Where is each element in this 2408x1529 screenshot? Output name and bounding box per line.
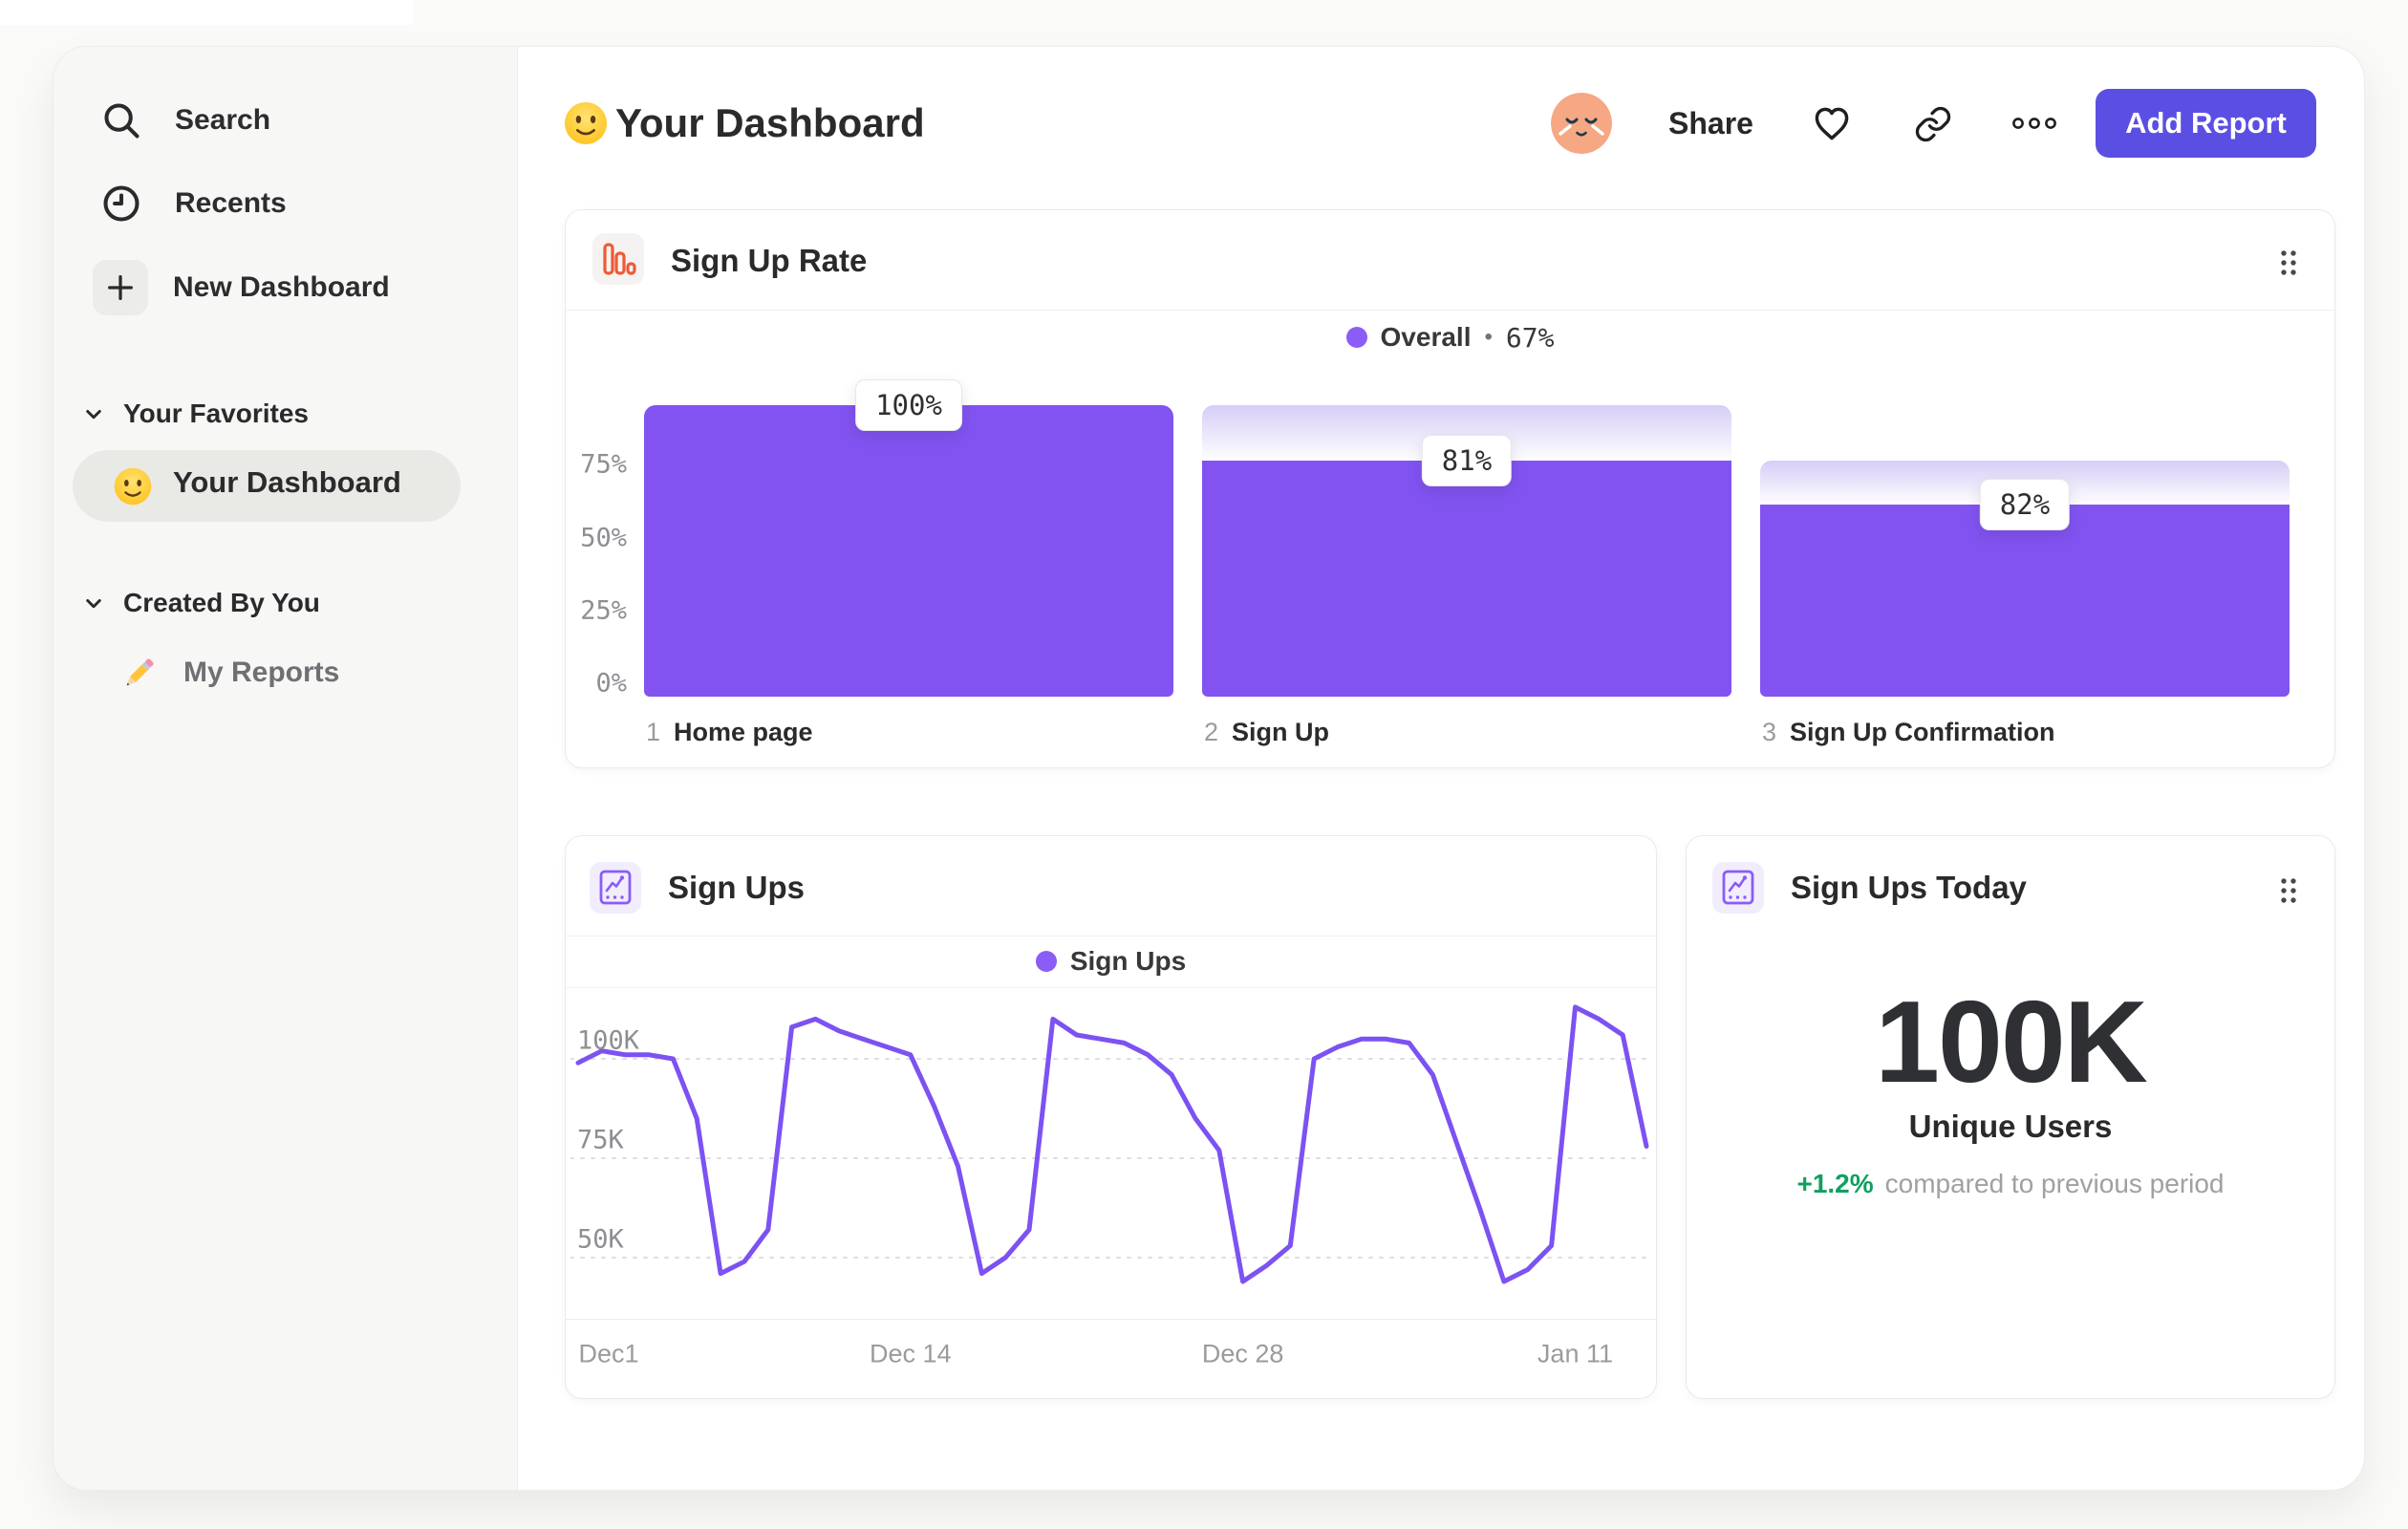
card-title: Sign Up Rate [671, 243, 868, 278]
funnel-bar-step[interactable]: 100% 1 Home page [644, 379, 1173, 746]
funnel-step-label: 3 Sign Up Confirmation [1762, 718, 2055, 747]
funnel-bar-step[interactable]: 81% 2 Sign Up [1202, 405, 1731, 746]
background-window-strip [0, 0, 413, 25]
funnel-step-number: 3 [1762, 718, 1777, 746]
sidebar-item-search[interactable]: Search [99, 98, 270, 142]
delta-row: +1.2% compared to previous period [1687, 1165, 2334, 1203]
avatar[interactable] [1551, 93, 1612, 154]
clock-icon [103, 185, 140, 222]
legend-dot [1345, 327, 1367, 348]
avatar-face-icon [1551, 93, 1612, 154]
sidebar-item-label: Recents [175, 187, 287, 219]
x-axis-tick-label: Dec 28 [1201, 1339, 1284, 1368]
sidebar-section-label: Your Favorites [123, 398, 309, 428]
legend-separator: • [1484, 324, 1493, 350]
sidebar-item-label: My Reports [183, 657, 340, 688]
chevron-down-icon [86, 410, 101, 420]
funnel-step-number: 1 [646, 718, 661, 746]
sidebar-section-created-by-you[interactable]: Created By You [79, 583, 320, 623]
funnel-value-badge: 100% [855, 379, 962, 431]
app-window: Search Recents New Dashboard Your Favori [53, 46, 2365, 1491]
legend-series-name: Sign Ups [1069, 946, 1187, 976]
y-axis-tick-label: 50K [577, 1224, 624, 1255]
x-axis-tick-label: Dec1 [578, 1339, 639, 1368]
funnel-step-label: 2 Sign Up [1204, 718, 1329, 747]
drag-handle-icon[interactable] [2279, 876, 2298, 905]
page-title: Your Dashboard [615, 100, 925, 145]
signups-legend[interactable]: Sign Ups [566, 936, 1656, 988]
chevron-down-icon [86, 599, 101, 609]
pencil-emoji-icon [126, 658, 154, 686]
delta-value: +1.2% [1796, 1169, 1874, 1198]
drag-handle-icon[interactable] [2279, 248, 2298, 277]
legend-overall-value: 67% [1505, 321, 1555, 354]
y-axis-tick-label: 25% [580, 595, 627, 626]
smiley-emoji-icon [114, 467, 152, 506]
delta-comparison: compared to previous period [1884, 1169, 2225, 1198]
funnel-step-name: Sign Up Confirmation [1790, 718, 2055, 746]
more-options-ellipsis-icon[interactable] [2010, 106, 2058, 140]
sidebar-item-new-dashboard[interactable]: New Dashboard [93, 260, 390, 315]
copy-link-icon[interactable] [1913, 104, 1953, 144]
sidebar-section-your-favorites[interactable]: Your Favorites [79, 394, 309, 434]
y-axis-tick-label: 0% [595, 668, 627, 699]
y-axis-tick-label: 75K [577, 1125, 624, 1155]
funnel-step-name: Home page [674, 718, 813, 746]
sidebar-item-my-reports[interactable]: My Reports [118, 652, 339, 694]
y-axis-tick-label: 100K [577, 1025, 640, 1056]
card-title: Sign Ups [668, 870, 806, 905]
funnel-bar-fill [1760, 504, 2290, 697]
funnel-step-number: 2 [1204, 718, 1219, 746]
search-icon [104, 103, 140, 139]
sidebar-item-label: Search [175, 104, 271, 136]
line-chart-icon [590, 862, 641, 914]
funnel-step-name: Sign Up [1232, 718, 1330, 746]
sign-ups-card: Sign Ups Sign Ups 100K 75K 50K Dec1 Dec 14 D… [565, 835, 1657, 1399]
y-axis-tick-label: 50% [580, 523, 627, 552]
sidebar: Search Recents New Dashboard Your Favori [54, 47, 518, 1490]
signups-line-series [575, 1004, 1649, 1284]
dashboard-emoji-icon [565, 102, 607, 144]
sidebar-section-label: Created By You [123, 588, 320, 617]
sidebar-item-label: Your Dashboard [173, 465, 401, 499]
x-axis-tick-label: Dec 14 [870, 1339, 952, 1368]
funnel-bar-fill [644, 405, 1173, 697]
sidebar-item-label: New Dashboard [173, 271, 390, 303]
signups-line-chart[interactable] [570, 988, 1653, 1319]
funnel-chart-icon [592, 233, 644, 285]
funnel-bar-step[interactable]: 82% 3 Sign Up Confirmation [1760, 405, 2290, 746]
card-title: Sign Ups Today [1791, 870, 2027, 905]
funnel-step-label: 1 Home page [646, 718, 813, 747]
funnel-chart-area[interactable]: 100% 1 Home page 81% 2 Sign Up 82% 3 Sign Up Con… [644, 379, 2290, 746]
line-chart-icon [1712, 862, 1764, 914]
funnel-value-badge: 81% [1421, 434, 1513, 486]
sign-ups-today-card: Sign Ups Today 100K Unique Users +1.2% c… [1686, 835, 2335, 1399]
plus-icon [93, 260, 148, 315]
share-button[interactable]: Share [1668, 106, 1753, 141]
sidebar-item-your-dashboard[interactable]: Your Dashboard [73, 450, 461, 522]
x-axis-tick-label: Jan 11 [1537, 1339, 1613, 1368]
sign-up-rate-card: Sign Up Rate Overall • 67% 75% 50% 25% 0% 1… [565, 209, 2335, 768]
sidebar-item-recents[interactable]: Recents [99, 182, 287, 226]
big-number-metric: Unique Users [1908, 1109, 2113, 1144]
big-number-value: 100K [1875, 977, 2148, 1107]
funnel-bar-fill [1202, 460, 1731, 697]
y-axis-tick-label: 75% [580, 449, 627, 480]
add-report-button[interactable]: Add Report [2096, 89, 2316, 158]
funnel-legend[interactable]: Overall • 67% [566, 310, 2334, 365]
x-axis-line [566, 1319, 1656, 1320]
favorite-heart-icon[interactable] [1811, 102, 1853, 144]
legend-series-name: Overall [1380, 322, 1472, 352]
funnel-value-badge: 82% [1979, 478, 2071, 530]
legend-dot [1035, 951, 1057, 972]
